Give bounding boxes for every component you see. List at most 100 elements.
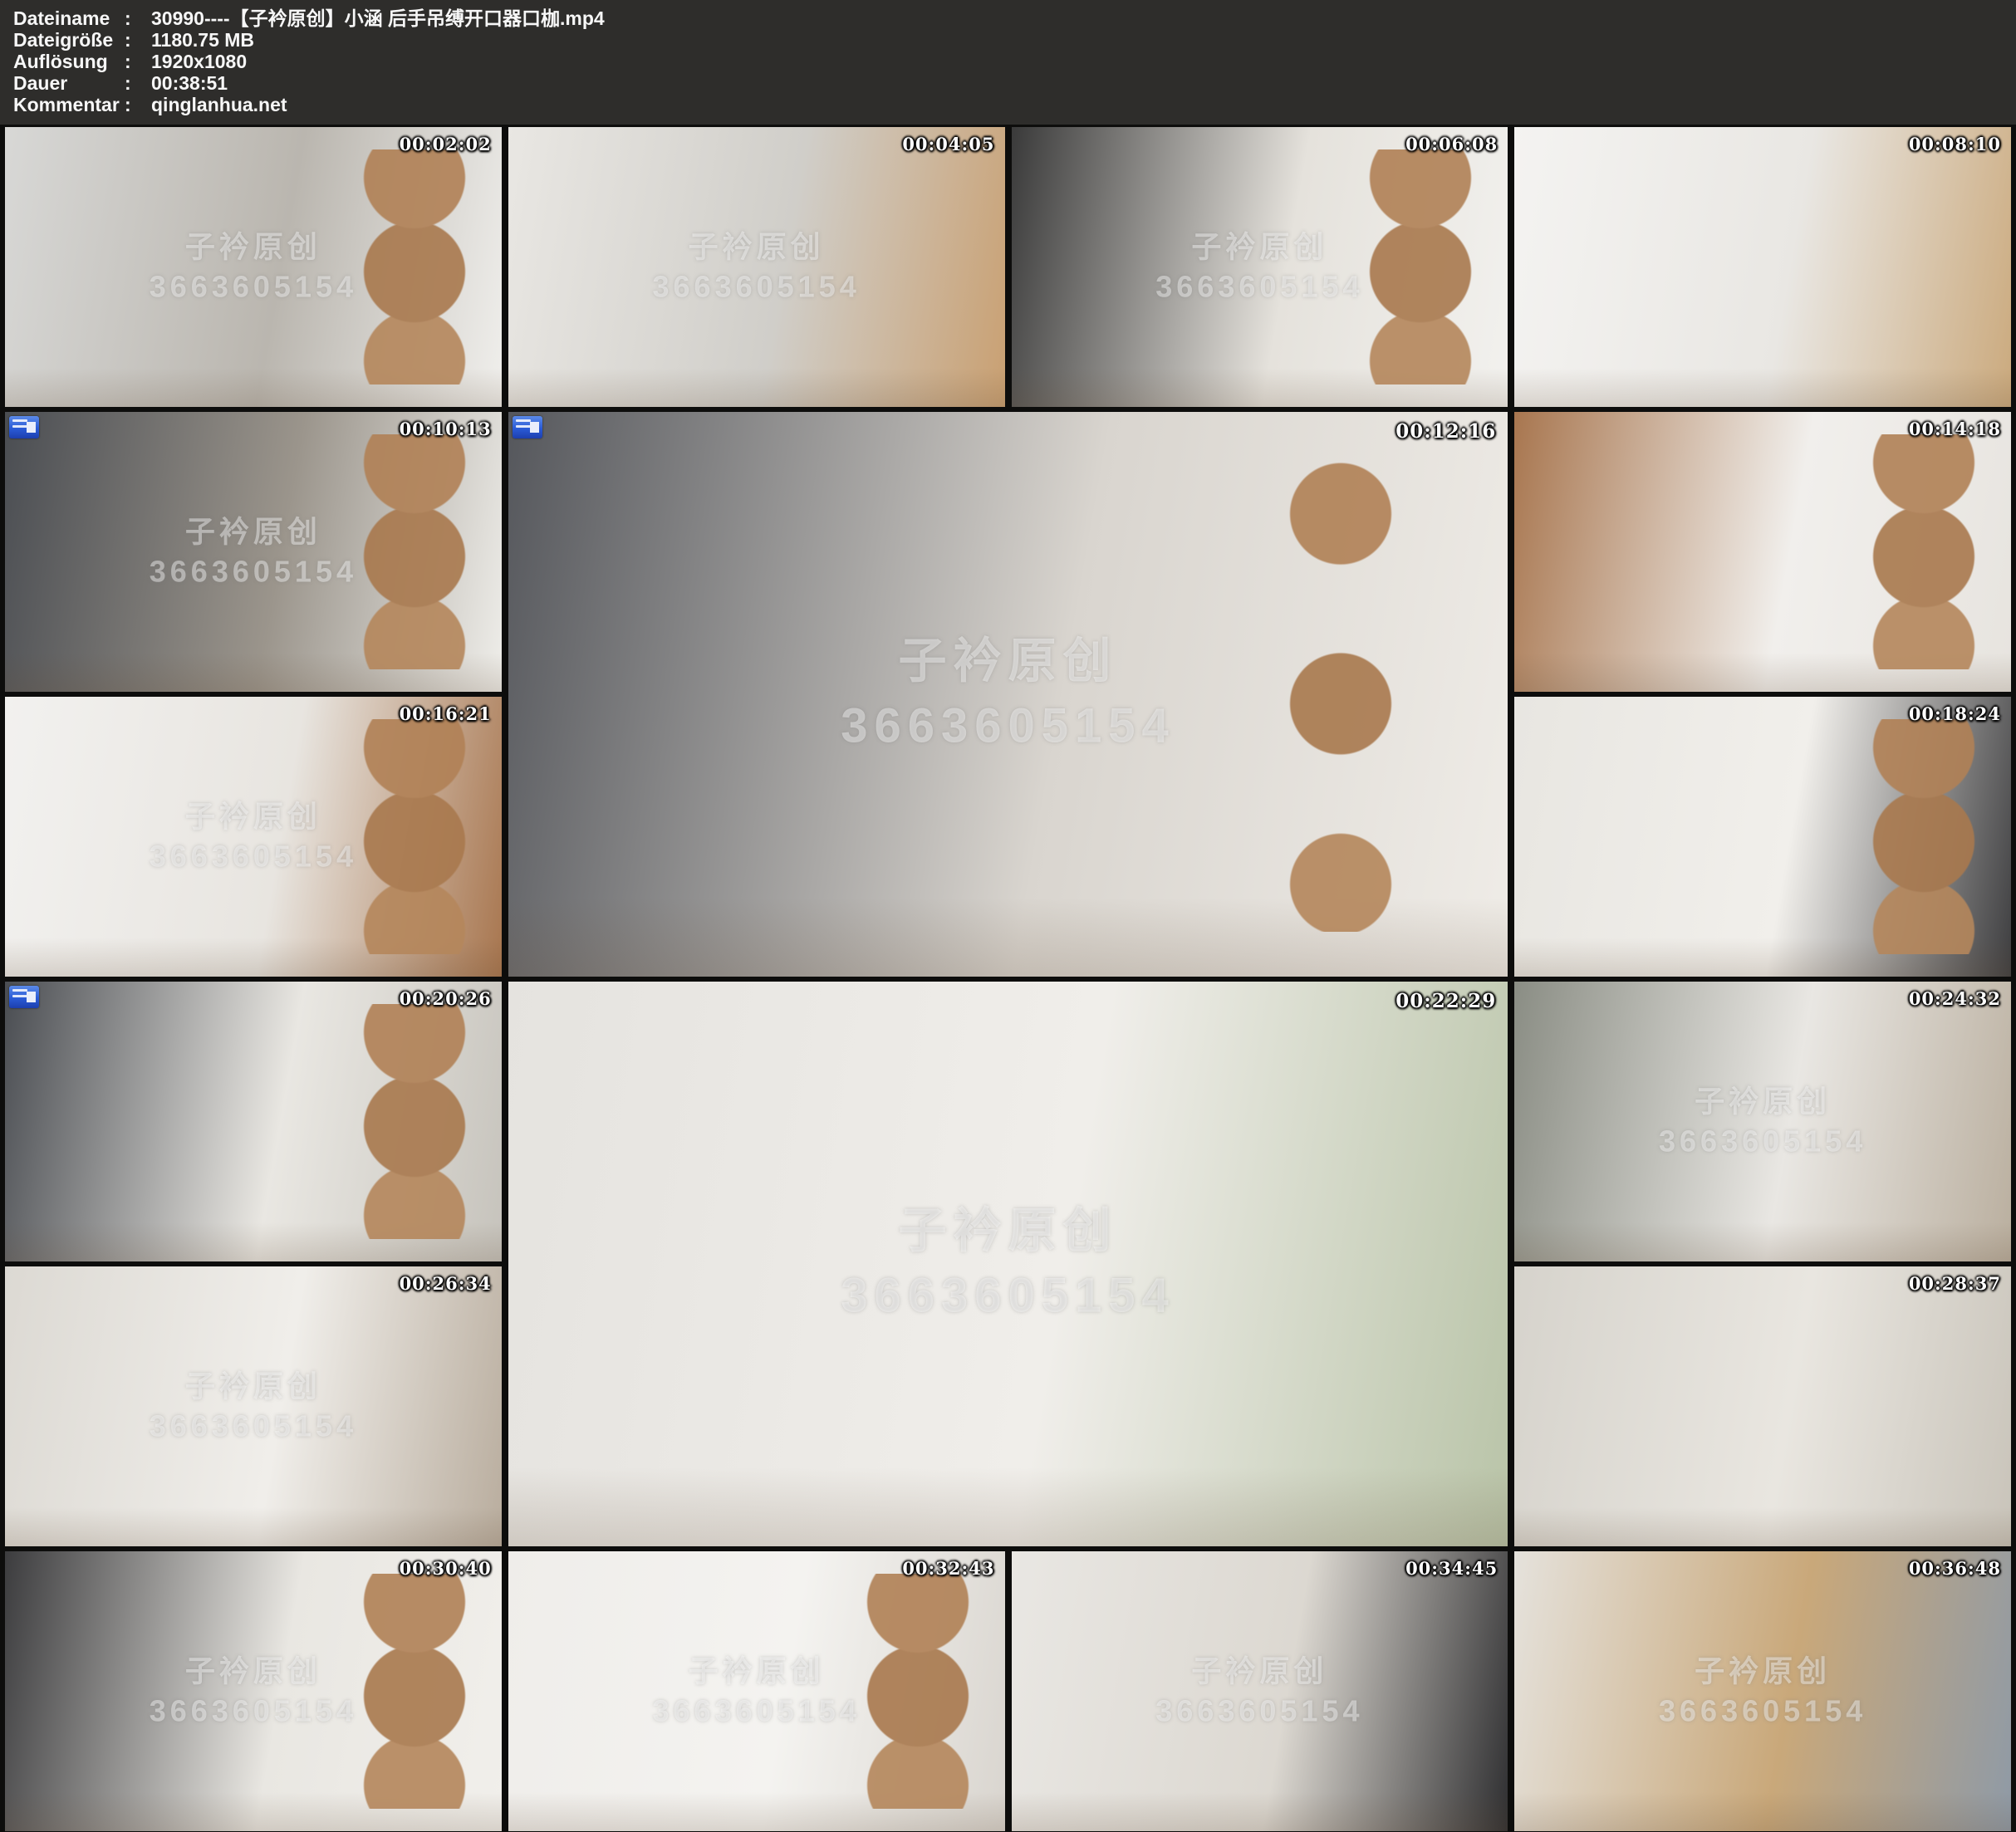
meta-label: Dateiname [13, 7, 125, 29]
meta-row-duration: Dauer:00:38:51 [13, 72, 2016, 94]
watermark-text: 子衿原创3663605154 [508, 1651, 1005, 1732]
watermark-line2: 3663605154 [1514, 1122, 2011, 1163]
watermark-line2: 3663605154 [508, 694, 1508, 759]
timestamp-overlay: 00:06:08 [1405, 134, 1498, 154]
video-frame-thumbnail: 00:14:18 [1514, 412, 2011, 692]
timestamp-overlay: 00:16:21 [400, 703, 492, 724]
meta-row-filename: Dateiname:30990----【子衿原创】小涵 后手吊缚开口器口枷.mp… [13, 7, 2016, 29]
watermark-line1: 子衿原创 [508, 1651, 1005, 1692]
filesize-value: 1180.75 MB [151, 29, 2016, 51]
timestamp-overlay: 00:08:10 [1909, 134, 2001, 154]
meta-label: Dauer [13, 72, 125, 94]
watermark-line2: 3663605154 [5, 837, 502, 878]
comment-value: qinglanhua.net [151, 94, 2016, 115]
meta-label: Kommentar [13, 94, 125, 115]
watermark-text: 子衿原创3663605154 [5, 1366, 502, 1447]
watermark-line2: 3663605154 [5, 1692, 502, 1732]
timestamp-overlay: 00:30:40 [400, 1558, 492, 1579]
energy-label-badge [9, 986, 39, 1008]
timestamp-overlay: 00:36:48 [1909, 1558, 2001, 1579]
watermark-line1: 子衿原创 [5, 512, 502, 552]
watermark-text: 子衿原创3663605154 [1514, 1081, 2011, 1162]
video-frame-thumbnail: 子衿原创3663605154 00:30:40 [5, 1551, 502, 1831]
timestamp-overlay: 00:20:26 [400, 988, 492, 1009]
timestamp-overlay: 00:26:34 [400, 1273, 492, 1294]
resolution-value: 1920x1080 [151, 51, 2016, 72]
watermark-line2: 3663605154 [5, 1407, 502, 1447]
meta-row-comment: Kommentar:qinglanhua.net [13, 94, 2016, 115]
meta-colon: : [125, 94, 151, 115]
watermark-text: 子衿原创3663605154 [5, 1651, 502, 1732]
watermark-line2: 3663605154 [1514, 1692, 2011, 1732]
watermark-line1: 子衿原创 [508, 1199, 1508, 1264]
watermark-line2: 3663605154 [508, 267, 1005, 308]
wall-circle-decor [352, 1004, 477, 1239]
timestamp-overlay: 00:24:32 [1909, 988, 2001, 1009]
timestamp-overlay: 00:22:29 [1396, 990, 1496, 1012]
meta-colon: : [125, 29, 151, 51]
energy-label-badge [9, 416, 39, 438]
video-frame-thumbnail: 子衿原创3663605154 00:36:48 [1514, 1551, 2011, 1831]
watermark-line1: 子衿原创 [508, 227, 1005, 267]
watermark-text: 子衿原创3663605154 [1012, 227, 1508, 307]
timestamp-overlay: 00:10:13 [400, 419, 492, 439]
timestamp-overlay: 00:04:05 [902, 134, 994, 154]
watermark-line2: 3663605154 [1012, 1692, 1508, 1732]
watermark-line1: 子衿原创 [1012, 1651, 1508, 1692]
watermark-text: 子衿原创3663605154 [508, 1199, 1508, 1330]
timestamp-overlay: 00:14:18 [1909, 419, 2001, 439]
watermark-text: 子衿原创3663605154 [5, 227, 502, 307]
energy-label-badge [513, 416, 542, 438]
video-frame-thumbnail: 子衿原创3663605154 00:02:02 [5, 127, 502, 407]
file-metadata-header: Dateiname:30990----【子衿原创】小涵 后手吊缚开口器口枷.mp… [0, 0, 2016, 125]
wall-circle-decor [1861, 434, 1986, 669]
watermark-line1: 子衿原创 [1514, 1651, 2011, 1692]
watermark-line1: 子衿原创 [5, 796, 502, 837]
video-contact-sheet: { "header": { "separator": ":", "rows": … [0, 0, 2016, 1832]
video-frame-thumbnail: 00:18:24 [1514, 697, 2011, 977]
timestamp-overlay: 00:28:37 [1909, 1273, 2001, 1294]
meta-colon: : [125, 72, 151, 94]
watermark-line2: 3663605154 [1012, 267, 1508, 308]
video-frame-thumbnail: 子衿原创3663605154 00:32:43 [508, 1551, 1005, 1831]
watermark-text: 子衿原创3663605154 [508, 629, 1508, 760]
watermark-line2: 3663605154 [5, 267, 502, 308]
video-frame-thumbnail: 00:08:10 [1514, 127, 2011, 407]
wall-circle-decor [1861, 719, 1986, 954]
duration-value: 00:38:51 [151, 72, 2016, 94]
watermark-text: 子衿原创3663605154 [5, 796, 502, 877]
watermark-text: 子衿原创3663605154 [1514, 1651, 2011, 1732]
meta-row-filesize: Dateigröße:1180.75 MB [13, 29, 2016, 51]
video-frame-thumbnail: 子衿原创3663605154 00:04:05 [508, 127, 1005, 407]
watermark-text: 子衿原创3663605154 [508, 227, 1005, 307]
watermark-text: 子衿原创3663605154 [1012, 1651, 1508, 1732]
meta-label: Dateigröße [13, 29, 125, 51]
meta-label: Auflösung [13, 51, 125, 72]
watermark-line2: 3663605154 [508, 1692, 1005, 1732]
timestamp-overlay: 00:02:02 [400, 134, 492, 154]
filename-value: 30990----【子衿原创】小涵 后手吊缚开口器口枷.mp4 [151, 7, 2016, 29]
watermark-line1: 子衿原创 [508, 629, 1508, 694]
video-frame-thumbnail: 子衿原创3663605154 00:10:13 [5, 412, 502, 692]
watermark-line1: 子衿原创 [1514, 1081, 2011, 1122]
thumbnail-grid: 子衿原创366360515400:02:02子衿原创366360515400:0… [0, 125, 2016, 1831]
video-frame-thumbnail: 00:20:26 [5, 982, 502, 1261]
watermark-line1: 子衿原创 [5, 1651, 502, 1692]
meta-colon: : [125, 51, 151, 72]
video-frame-thumbnail: 00:28:37 [1514, 1266, 2011, 1546]
watermark-line2: 3663605154 [508, 1264, 1508, 1329]
watermark-line1: 子衿原创 [5, 227, 502, 267]
video-frame-thumbnail: 子衿原创3663605154 00:16:21 [5, 697, 502, 977]
video-frame-thumbnail: 子衿原创3663605154 00:06:08 [1012, 127, 1508, 407]
watermark-line2: 3663605154 [5, 552, 502, 593]
meta-row-resolution: Auflösung:1920x1080 [13, 51, 2016, 72]
timestamp-overlay: 00:32:43 [902, 1558, 994, 1579]
video-frame-thumbnail: 子衿原创3663605154 00:34:45 [1012, 1551, 1508, 1831]
video-frame-thumbnail: 子衿原创3663605154 00:22:29 [508, 982, 1508, 1546]
watermark-line1: 子衿原创 [5, 1366, 502, 1407]
timestamp-overlay: 00:18:24 [1909, 703, 2001, 724]
timestamp-overlay: 00:12:16 [1396, 420, 1496, 443]
video-frame-thumbnail: 子衿原创3663605154 00:26:34 [5, 1266, 502, 1546]
timestamp-overlay: 00:34:45 [1405, 1558, 1498, 1579]
video-frame-thumbnail: 子衿原创3663605154 00:24:32 [1514, 982, 2011, 1261]
